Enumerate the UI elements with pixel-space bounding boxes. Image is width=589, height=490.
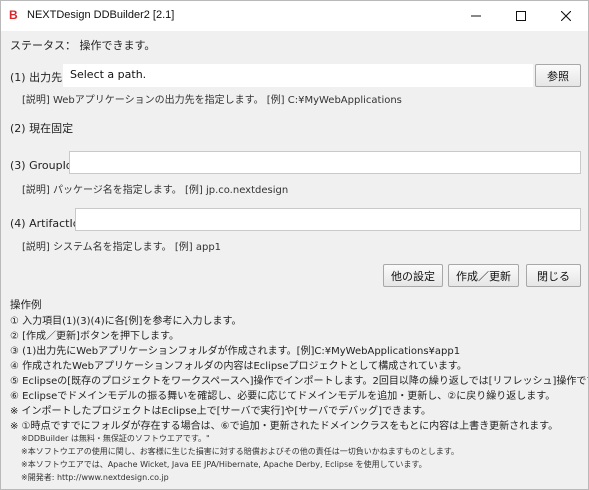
other-settings-button[interactable]: 他の設定 — [383, 264, 443, 287]
maximize-button[interactable] — [498, 1, 543, 31]
status-text: ステータス： 操作できます。 — [10, 39, 156, 52]
current-fixed-label: (2) 現在固定 — [10, 122, 74, 135]
window-title: NEXTDesign DDBuilder2 [2.1] — [27, 9, 175, 21]
usage-step: ③ (1)出力先にWebアプリケーションフォルダが作成されます。[例]C:¥My… — [10, 346, 461, 357]
developer-link[interactable]: ※開発者: http://www.nextdesign.co.jp — [21, 471, 459, 484]
maximize-icon — [515, 11, 526, 21]
main-panel: ステータス： 操作できます。 (1) 出力先： Select a path. 参… — [1, 31, 588, 489]
minimize-button[interactable] — [453, 1, 498, 31]
license-note: ※本ソフトウエアでは、Apache Wicket, Java EE JPA/Hi… — [21, 460, 427, 469]
usage-heading: 操作例 — [10, 299, 42, 311]
usage-step: ① 入力項目(1)(3)(4)に各[例]を参考に入力します。 — [10, 316, 242, 327]
usage-step: ② [作成／更新]ボタンを押下します。 — [10, 331, 179, 342]
artifact-id-field[interactable] — [75, 208, 581, 231]
title-bar[interactable]: B NEXTDesign DDBuilder2 [2.1] — [1, 1, 588, 31]
license-note: ※DDBuilder は無料・無保証のソフトウエアです。" — [21, 434, 210, 443]
browse-button[interactable]: 参照 — [535, 64, 581, 87]
usage-example: 操作例 ① 入力項目(1)(3)(4)に各[例]を参考に入力します。 ② [作成… — [10, 297, 589, 434]
output-path-field[interactable]: Select a path. — [63, 64, 533, 87]
usage-step: ④ 作成されたWebアプリケーションフォルダの内容はEclipseプロジェクトと… — [10, 361, 467, 372]
usage-step: ⑤ Eclipseの[既存のプロジェクトをワークスペースへ]操作でインポートしま… — [10, 376, 589, 387]
usage-note: ※ インポートしたプロジェクトはEclipse上で[サーバで実行]や[サーバでデ… — [10, 406, 432, 417]
app-logo-icon: B — [9, 8, 18, 22]
close-button[interactable]: 閉じる — [526, 264, 581, 287]
usage-step: ⑥ Eclipseでドメインモデルの振る舞いを確認し、必要に応じてドメインモデル… — [10, 391, 556, 402]
close-icon — [560, 11, 571, 21]
output-path-description: [説明] Webアプリケーションの出力先を指定します。 [例] C:¥MyWeb… — [22, 95, 402, 106]
license-notes: ※DDBuilder は無料・無保証のソフトウエアです。" ※本ソフトウエアの使… — [21, 432, 459, 484]
app-window: B NEXTDesign DDBuilder2 [2.1] ステータス： 操作で… — [0, 0, 589, 490]
group-id-description: [説明] パッケージ名を指定します。 [例] jp.co.nextdesign — [22, 185, 289, 196]
artifact-id-description: [説明] システム名を指定します。 [例] app1 — [22, 242, 222, 253]
close-window-button[interactable] — [543, 1, 588, 31]
license-note: ※本ソフトウエアの使用に関し、お客様に生じた損害に対する賠償およびその他の責任は… — [21, 447, 459, 456]
create-update-button[interactable]: 作成／更新 — [448, 264, 519, 287]
minimize-icon — [470, 15, 481, 17]
group-id-field[interactable] — [69, 151, 581, 174]
